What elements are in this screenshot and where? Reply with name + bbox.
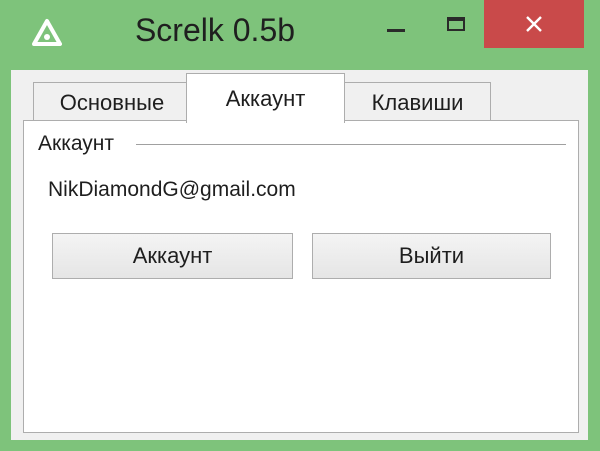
maximize-icon <box>447 17 465 31</box>
tab-account-label: Аккаунт <box>225 85 306 111</box>
minimize-icon <box>387 28 405 32</box>
tab-account[interactable]: Аккаунт <box>186 73 345 123</box>
tab-keys-label: Клавиши <box>371 89 464 115</box>
group-divider <box>136 144 566 145</box>
logout-button-label: Выйти <box>398 243 465 268</box>
account-group-title: Аккаунт <box>38 132 121 156</box>
logout-button[interactable]: Выйти <box>312 233 551 279</box>
account-email: NikDiamondG@gmail.com <box>48 178 296 201</box>
close-button[interactable] <box>484 0 584 48</box>
title-bar[interactable]: Screlk 0.5b <box>0 0 600 70</box>
tab-keys[interactable]: Клавиши <box>344 82 491 122</box>
maximize-button[interactable] <box>426 0 486 48</box>
tab-main-label: Основные <box>59 89 165 115</box>
window-client-area: Основные Аккаунт Клавиши Аккаунт NikDiam… <box>11 70 588 440</box>
account-tab-panel: Аккаунт NikDiamondG@gmail.com Аккаунт Вы… <box>23 120 579 433</box>
tab-main[interactable]: Основные <box>33 82 191 122</box>
close-icon <box>526 16 542 32</box>
account-button[interactable]: Аккаунт <box>52 233 293 279</box>
account-button-label: Аккаунт <box>132 243 213 268</box>
minimize-button[interactable] <box>366 0 426 48</box>
app-window: Screlk 0.5b Основные Аккаунт Клавиши Акк… <box>0 0 600 451</box>
